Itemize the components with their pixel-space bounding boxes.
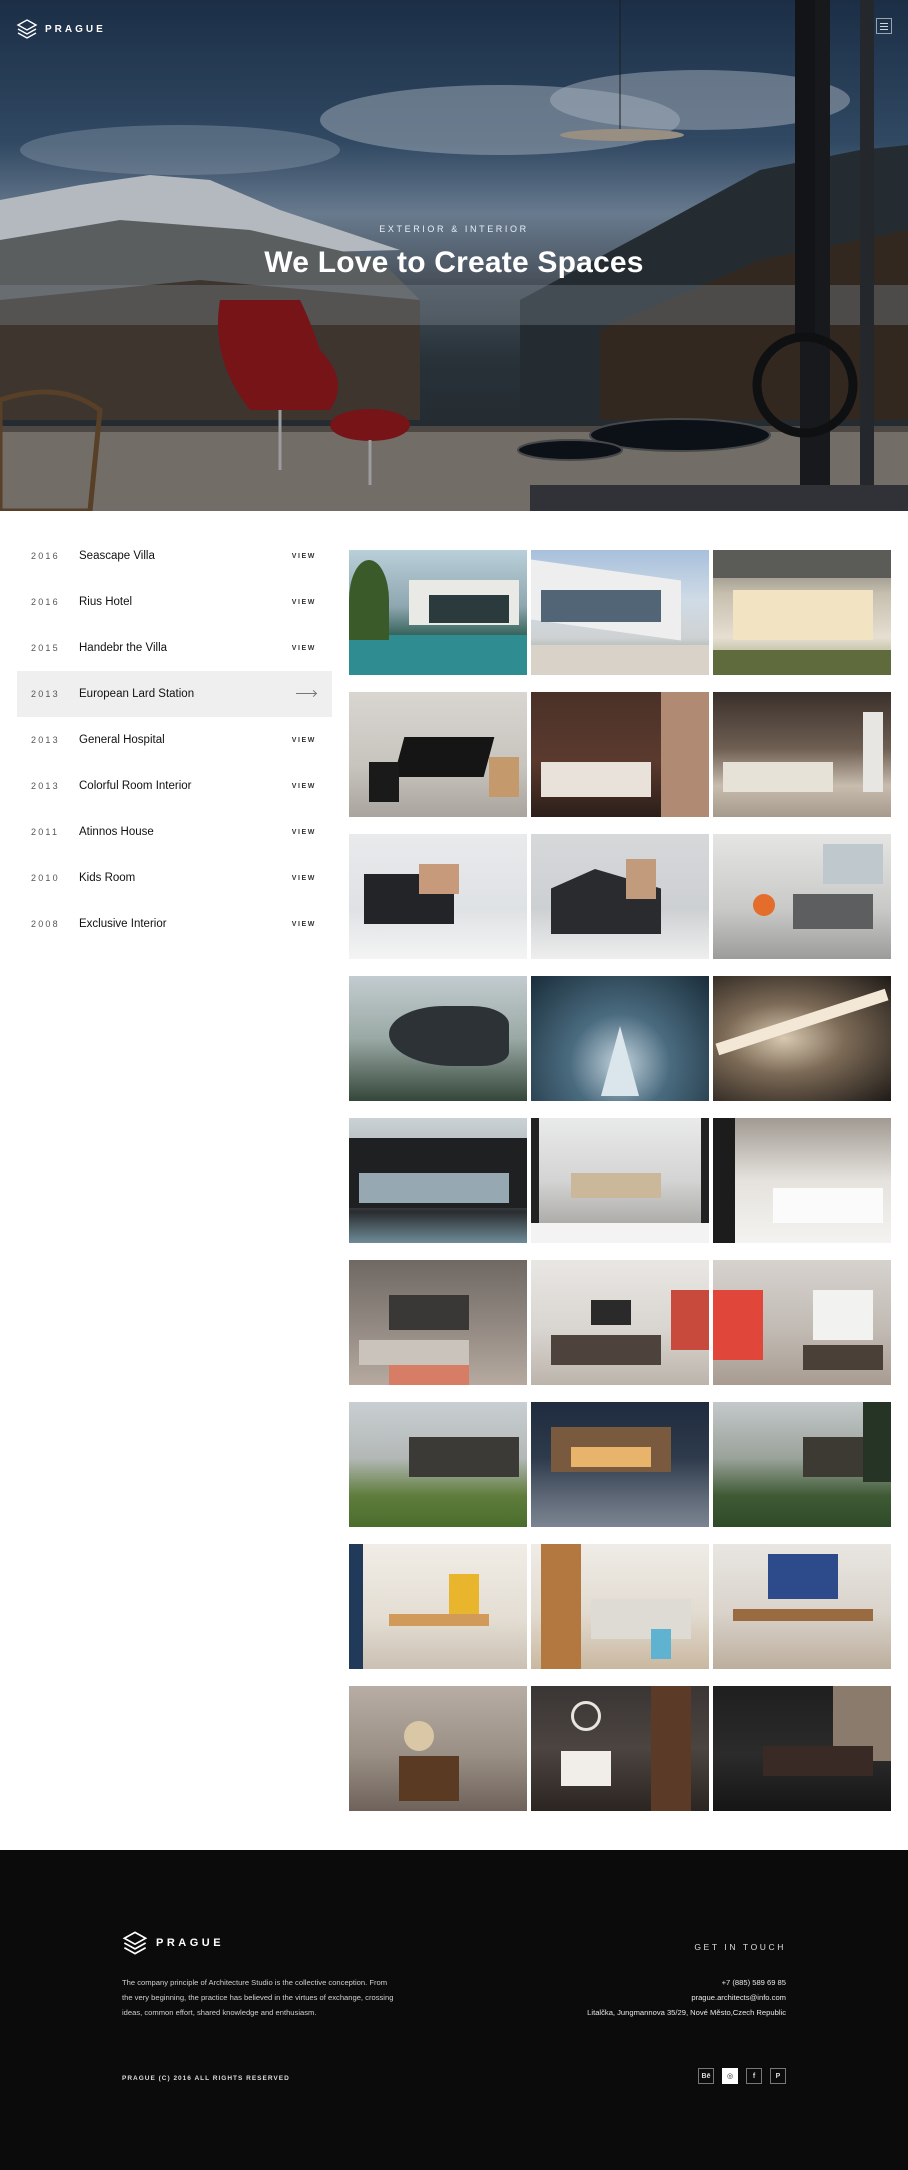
project-item[interactable]: 2015 Handebr the Villa VIEW <box>17 625 332 671</box>
gallery-image[interactable] <box>713 1402 891 1527</box>
gallery-image[interactable] <box>349 1118 527 1243</box>
project-year: 2016 <box>31 597 60 607</box>
footer-phone[interactable]: +7 (885) 589 69 85 <box>722 1978 786 1987</box>
gallery-image[interactable] <box>531 692 709 817</box>
gallery-image[interactable] <box>713 692 891 817</box>
gallery-image[interactable] <box>713 1260 891 1385</box>
gallery-image[interactable] <box>349 1544 527 1669</box>
footer-logo-text: PRAGUE <box>156 1937 225 1949</box>
project-year: 2010 <box>31 873 60 883</box>
gallery-image[interactable] <box>531 1260 709 1385</box>
gallery-image[interactable] <box>531 1118 709 1243</box>
gallery-image[interactable] <box>531 550 709 675</box>
project-year: 2008 <box>31 919 60 929</box>
view-link[interactable]: VIEW <box>292 829 316 836</box>
hero-banner: PRAGUE EXTERIOR & INTERIOR We Love to Cr… <box>0 0 908 511</box>
view-link[interactable]: VIEW <box>292 921 316 928</box>
gallery-image[interactable] <box>349 692 527 817</box>
hamburger-icon[interactable] <box>876 18 892 34</box>
footer-logo[interactable]: PRAGUE <box>122 1930 224 1956</box>
view-link[interactable]: VIEW <box>292 645 316 652</box>
project-item[interactable]: 2016 Rius Hotel VIEW <box>17 579 332 625</box>
project-item[interactable]: 2008 Exclusive Interior VIEW <box>17 901 332 947</box>
gallery-image[interactable] <box>531 1544 709 1669</box>
project-year: 2011 <box>31 827 60 837</box>
project-item[interactable]: 2016 Seascape Villa VIEW <box>17 533 332 579</box>
gallery-image[interactable] <box>531 834 709 959</box>
gallery-image[interactable] <box>349 976 527 1101</box>
arrow-right-icon[interactable] <box>296 693 316 694</box>
project-item[interactable]: 2013 Colorful Room Interior VIEW <box>17 763 332 809</box>
gallery-image[interactable] <box>531 1686 709 1811</box>
project-name: Kids Room <box>79 872 136 884</box>
project-item-active[interactable]: 2013 European Lard Station <box>17 671 332 717</box>
gallery-image[interactable] <box>713 1118 891 1243</box>
project-gallery <box>349 550 891 1811</box>
project-list: 2016 Seascape Villa VIEW 2016 Rius Hotel… <box>17 533 332 947</box>
gallery-image[interactable] <box>349 1260 527 1385</box>
gallery-image[interactable] <box>531 976 709 1101</box>
gallery-image[interactable] <box>713 976 891 1101</box>
view-link[interactable]: VIEW <box>292 599 316 606</box>
view-link[interactable]: VIEW <box>292 783 316 790</box>
project-name: Atinnos House <box>79 826 154 838</box>
project-year: 2013 <box>31 735 60 745</box>
project-name: Colorful Room Interior <box>79 780 192 792</box>
project-name: Rius Hotel <box>79 596 133 608</box>
project-item[interactable]: 2011 Atinnos House VIEW <box>17 809 332 855</box>
project-name: European Lard Station <box>79 688 195 700</box>
facebook-icon[interactable]: f <box>746 2068 762 2084</box>
footer: PRAGUE The company principle of Architec… <box>0 1850 908 2170</box>
view-link[interactable]: VIEW <box>292 875 316 882</box>
project-year: 2013 <box>31 781 60 791</box>
gallery-image[interactable] <box>713 1544 891 1669</box>
behance-icon[interactable]: Bē <box>698 2068 714 2084</box>
project-year: 2013 <box>31 689 60 699</box>
project-name: Seascape Villa <box>79 550 155 562</box>
hero-subtitle: EXTERIOR & INTERIOR <box>379 224 529 234</box>
copyright: PRAGUE (C) 2016 ALL RIGHTS RESERVED <box>122 2075 290 2082</box>
project-item[interactable]: 2010 Kids Room VIEW <box>17 855 332 901</box>
get-in-touch-heading: GET IN TOUCH <box>694 1942 786 1952</box>
gallery-image[interactable] <box>531 1402 709 1527</box>
gallery-image[interactable] <box>349 550 527 675</box>
logo-icon <box>16 19 38 39</box>
footer-address: Litalčka, Jungmannova 35/29, Nové Město,… <box>587 2008 786 2017</box>
gallery-image[interactable] <box>713 1686 891 1811</box>
logo-icon <box>122 1931 148 1955</box>
gallery-image[interactable] <box>713 834 891 959</box>
gallery-image[interactable] <box>349 1686 527 1811</box>
gallery-image[interactable] <box>349 834 527 959</box>
project-name: Handebr the Villa <box>79 642 168 654</box>
project-name: General Hospital <box>79 734 165 746</box>
dribbble-icon[interactable]: ◎ <box>722 2068 738 2084</box>
project-year: 2015 <box>31 643 60 653</box>
gallery-image[interactable] <box>713 550 891 675</box>
logo-text: PRAGUE <box>45 23 106 35</box>
pinterest-icon[interactable]: P <box>770 2068 786 2084</box>
logo[interactable]: PRAGUE <box>16 18 106 40</box>
project-year: 2016 <box>31 551 60 561</box>
footer-email[interactable]: prague.architects@info.com <box>691 1993 786 2002</box>
hero-title: We Love to Create Spaces <box>264 246 644 279</box>
project-item[interactable]: 2013 General Hospital VIEW <box>17 717 332 763</box>
view-link[interactable]: VIEW <box>292 737 316 744</box>
project-name: Exclusive Interior <box>79 918 167 930</box>
social-links: Bē ◎ f P <box>698 2068 786 2084</box>
gallery-image[interactable] <box>349 1402 527 1527</box>
view-link[interactable]: VIEW <box>292 553 316 560</box>
footer-description: The company principle of Architecture St… <box>122 1978 394 2017</box>
